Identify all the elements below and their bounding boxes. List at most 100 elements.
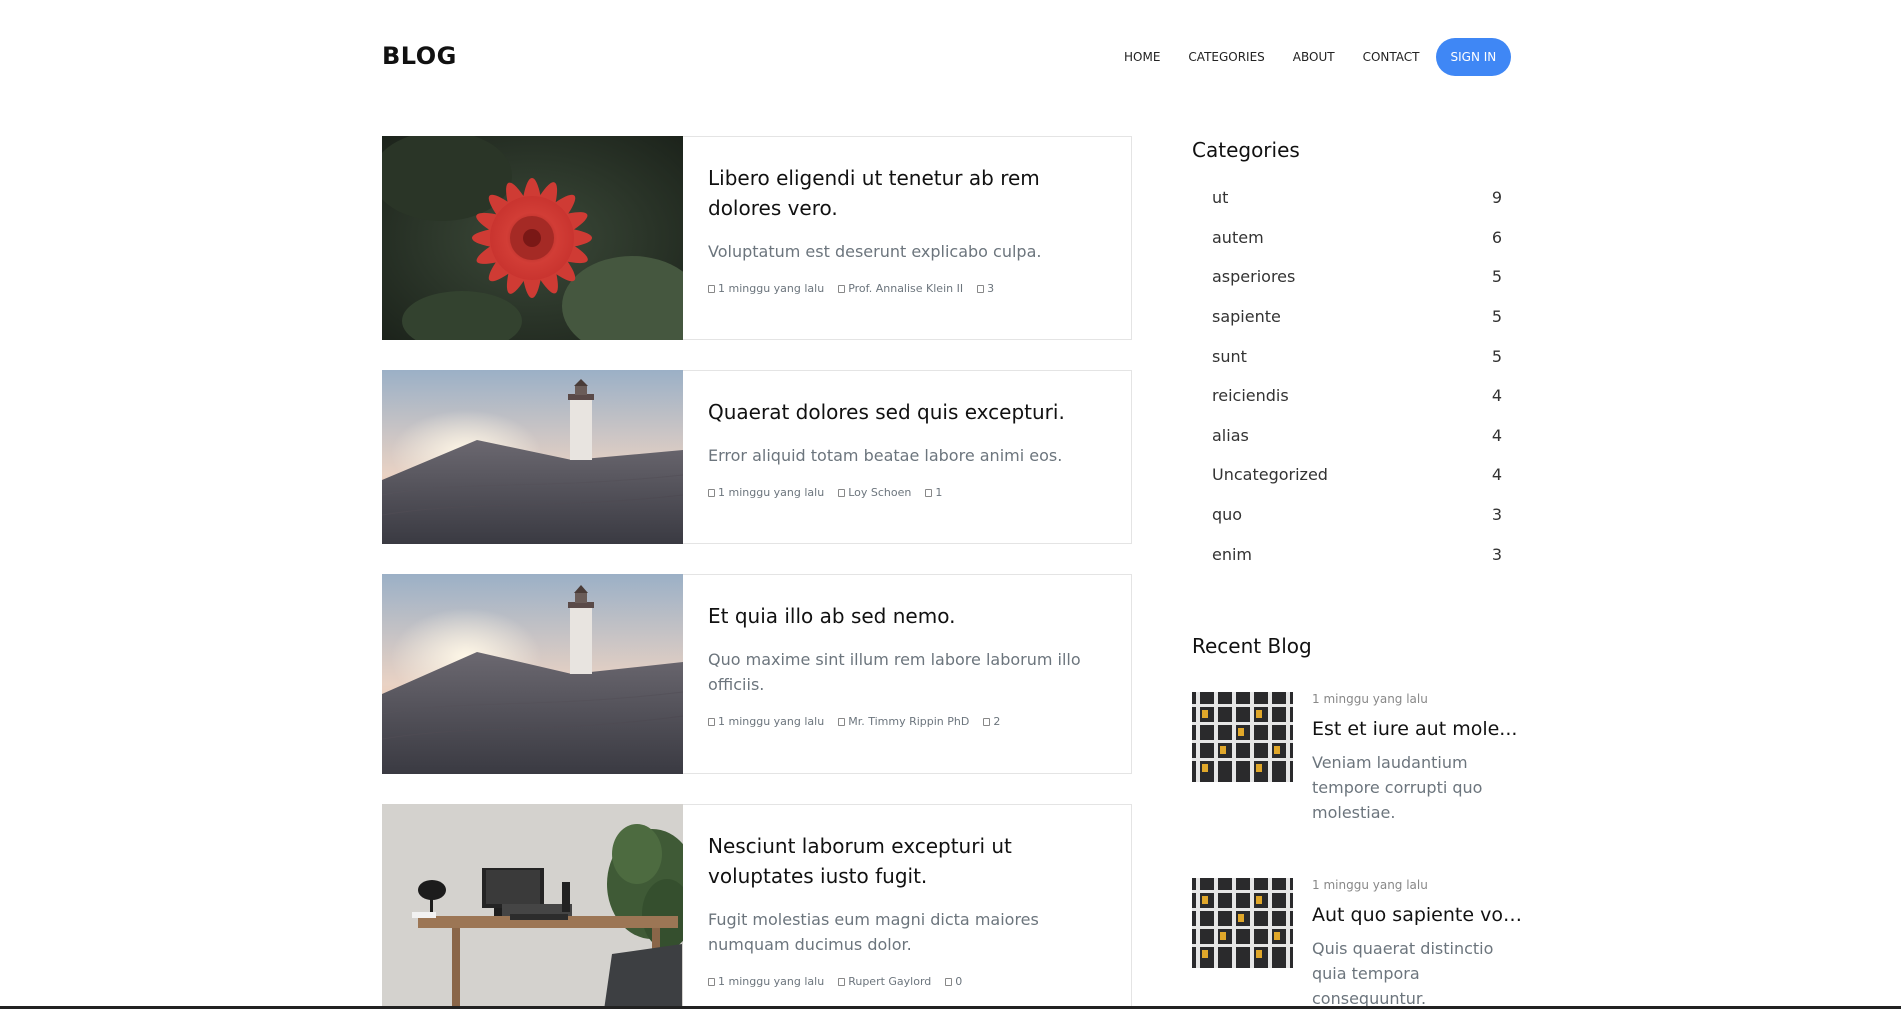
navbar: BLOG HOME CATEGORIES ABOUT CONTACT SIGN … bbox=[0, 0, 1901, 116]
red-dahlia-image bbox=[382, 136, 683, 340]
category-count: 9 bbox=[1491, 188, 1502, 208]
category-name: sapiente bbox=[1212, 307, 1281, 327]
nav-links: HOME CATEGORIES ABOUT CONTACT SIGN IN bbox=[1110, 38, 1512, 76]
post-body: Et quia illo ab sed nemo. Quo maxime sin… bbox=[708, 601, 1107, 728]
comment-icon bbox=[977, 284, 985, 293]
recent-post-thumbnail[interactable] bbox=[1192, 692, 1293, 782]
post-excerpt: Error aliquid totam beatae labore animi … bbox=[708, 446, 1063, 465]
category-item[interactable]: quo 3 bbox=[1192, 495, 1522, 535]
category-item[interactable]: sunt 5 bbox=[1192, 336, 1522, 376]
post-excerpt: Quo maxime sint illum rem labore laborum… bbox=[708, 650, 1081, 694]
post-date: 1 minggu yang lalu bbox=[718, 715, 825, 728]
post-title[interactable]: Et quia illo ab sed nemo. bbox=[708, 601, 1107, 631]
category-item[interactable]: Uncategorized 4 bbox=[1192, 455, 1522, 495]
post-body: Nesciunt laborum excepturi ut voluptates… bbox=[708, 831, 1107, 988]
category-name: ut bbox=[1212, 188, 1229, 208]
category-count: 4 bbox=[1491, 465, 1502, 485]
clock-icon bbox=[708, 717, 715, 726]
category-name: sunt bbox=[1212, 346, 1247, 366]
post-card[interactable]: Quaerat dolores sed quis excepturi. Erro… bbox=[382, 370, 1132, 544]
category-item[interactable]: sapiente 5 bbox=[1192, 297, 1522, 337]
post-excerpt: Voluptatum est deserunt explicabo culpa. bbox=[708, 242, 1042, 261]
category-count: 4 bbox=[1491, 386, 1502, 406]
category-count: 3 bbox=[1491, 505, 1502, 525]
recent-post[interactable]: 1 minggu yang lalu Est et iure aut mole.… bbox=[1192, 692, 1522, 842]
nav-contact[interactable]: CONTACT bbox=[1349, 50, 1434, 64]
category-item[interactable]: reiciendis 4 bbox=[1192, 376, 1522, 416]
lighthouse-image bbox=[382, 574, 683, 774]
category-item[interactable]: alias 4 bbox=[1192, 416, 1522, 456]
post-meta: 1 minggu yang lalu Loy Schoen 1 bbox=[708, 486, 1107, 499]
nav-home[interactable]: HOME bbox=[1110, 50, 1174, 64]
post-author[interactable]: Mr. Timmy Rippin PhD bbox=[848, 715, 969, 728]
desk-workspace-image bbox=[382, 804, 683, 1009]
lighthouse-image bbox=[382, 370, 683, 544]
post-author[interactable]: Prof. Annalise Klein II bbox=[848, 282, 963, 295]
comment-icon bbox=[983, 717, 991, 726]
recent-post-body: 1 minggu yang lalu Est et iure aut mole.… bbox=[1312, 692, 1522, 825]
post-author[interactable]: Loy Schoen bbox=[848, 486, 911, 499]
category-item[interactable]: ut 9 bbox=[1192, 178, 1522, 218]
category-name: autem bbox=[1212, 227, 1264, 247]
category-count: 5 bbox=[1491, 267, 1502, 287]
post-card[interactable]: Libero eligendi ut tenetur ab rem dolore… bbox=[382, 136, 1132, 340]
post-title[interactable]: Nesciunt laborum excepturi ut voluptates… bbox=[708, 831, 1107, 891]
category-item[interactable]: enim 3 bbox=[1192, 534, 1522, 574]
post-thumbnail[interactable] bbox=[382, 136, 683, 340]
post-meta: 1 minggu yang lalu Prof. Annalise Klein … bbox=[708, 282, 1107, 295]
post-thumbnail[interactable] bbox=[382, 370, 683, 544]
post-meta: 1 minggu yang lalu Mr. Timmy Rippin PhD … bbox=[708, 715, 1107, 728]
recent-post-title[interactable]: Aut quo sapiente vol... bbox=[1312, 904, 1522, 926]
post-comments: 0 bbox=[955, 975, 963, 988]
category-name: enim bbox=[1212, 544, 1253, 564]
post-comments: 1 bbox=[935, 486, 943, 499]
post-date: 1 minggu yang lalu bbox=[718, 975, 825, 988]
post-thumbnail[interactable] bbox=[382, 804, 683, 1009]
category-name: Uncategorized bbox=[1212, 465, 1328, 485]
brand-logo[interactable]: BLOG bbox=[382, 42, 457, 70]
post-comments: 2 bbox=[993, 715, 1001, 728]
category-name: reiciendis bbox=[1212, 386, 1289, 406]
sign-in-button[interactable]: SIGN IN bbox=[1435, 38, 1512, 76]
user-icon bbox=[838, 488, 846, 497]
user-icon bbox=[838, 284, 846, 293]
clock-icon bbox=[708, 977, 715, 986]
building-facade-image bbox=[1192, 878, 1293, 968]
post-comments: 3 bbox=[987, 282, 995, 295]
user-icon bbox=[838, 717, 846, 726]
category-name: quo bbox=[1212, 505, 1243, 525]
post-meta: 1 minggu yang lalu Rupert Gaylord 0 bbox=[708, 975, 1107, 988]
post-title[interactable]: Quaerat dolores sed quis excepturi. bbox=[708, 397, 1107, 427]
comment-icon bbox=[925, 488, 933, 497]
recent-post-title[interactable]: Est et iure aut mole... bbox=[1312, 718, 1522, 740]
recent-post[interactable]: 1 minggu yang lalu Aut quo sapiente vol.… bbox=[1192, 878, 1522, 1008]
clock-icon bbox=[708, 284, 715, 293]
categories-heading: Categories bbox=[1192, 138, 1300, 162]
category-item[interactable]: asperiores 5 bbox=[1192, 257, 1522, 297]
category-count: 3 bbox=[1491, 544, 1502, 564]
nav-categories[interactable]: CATEGORIES bbox=[1174, 50, 1278, 64]
post-title[interactable]: Libero eligendi ut tenetur ab rem dolore… bbox=[708, 163, 1107, 223]
category-name: alias bbox=[1212, 425, 1249, 445]
category-count: 6 bbox=[1491, 227, 1502, 247]
post-body: Libero eligendi ut tenetur ab rem dolore… bbox=[708, 163, 1107, 295]
category-count: 5 bbox=[1491, 307, 1502, 327]
post-thumbnail[interactable] bbox=[382, 574, 683, 774]
comment-icon bbox=[945, 977, 953, 986]
post-card[interactable]: Nesciunt laborum excepturi ut voluptates… bbox=[382, 804, 1132, 1009]
recent-post-excerpt: Veniam laudantium tempore corrupti quo m… bbox=[1312, 753, 1483, 822]
post-excerpt: Fugit molestias eum magni dicta maiores … bbox=[708, 910, 1039, 954]
nav-about[interactable]: ABOUT bbox=[1279, 50, 1349, 64]
categories-list: ut 9 autem 6 asperiores 5 sapiente 5 sunt 5 r… bbox=[1192, 178, 1522, 574]
building-facade-image bbox=[1192, 692, 1293, 782]
category-item[interactable]: autem 6 bbox=[1192, 218, 1522, 258]
user-icon bbox=[838, 977, 846, 986]
post-author[interactable]: Rupert Gaylord bbox=[848, 975, 931, 988]
post-card[interactable]: Et quia illo ab sed nemo. Quo maxime sin… bbox=[382, 574, 1132, 774]
clock-icon bbox=[708, 488, 715, 497]
categories-widget: Categories ut 9 autem 6 asperiores 5 sapien… bbox=[1192, 138, 1522, 574]
post-date: 1 minggu yang lalu bbox=[718, 486, 825, 499]
recent-post-thumbnail[interactable] bbox=[1192, 878, 1293, 968]
category-count: 4 bbox=[1491, 425, 1502, 445]
recent-blog-heading: Recent Blog bbox=[1192, 634, 1312, 658]
